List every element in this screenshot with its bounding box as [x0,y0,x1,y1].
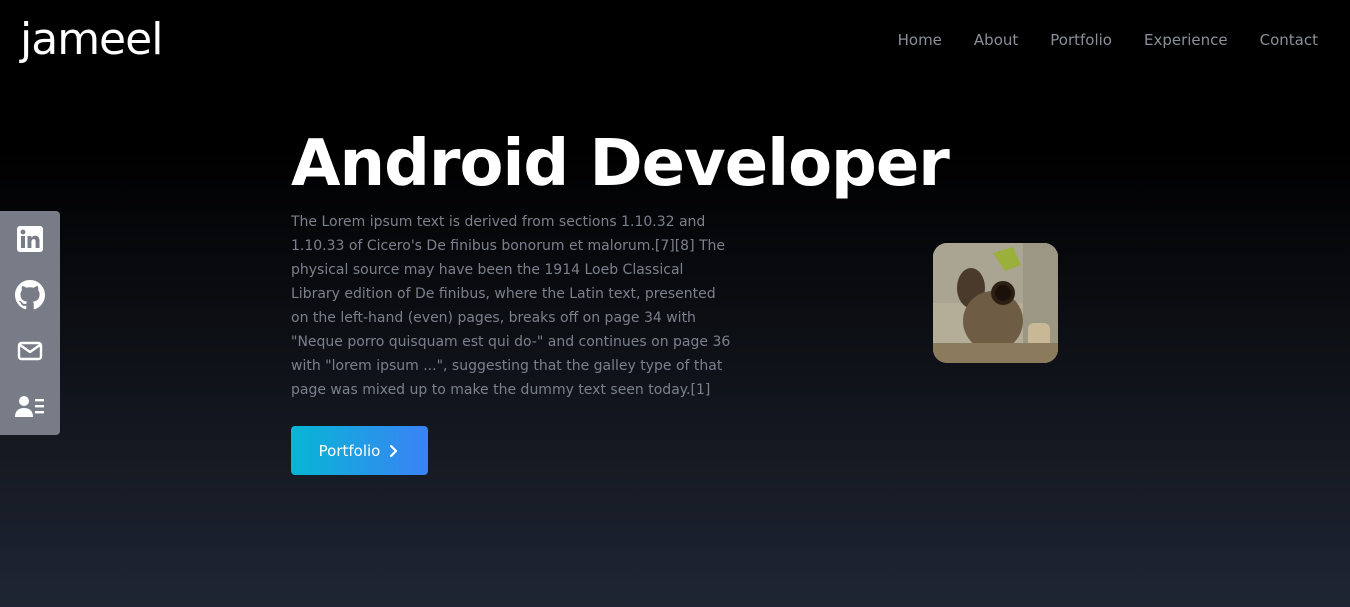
hero-section: Android Developer The Lorem ipsum text i… [291,122,950,402]
email-link[interactable] [0,323,60,379]
profile-photo [933,243,1058,363]
social-links-bar [0,211,60,435]
hero-description: The Lorem ipsum text is derived from sec… [291,214,731,398]
resume-icon [15,396,44,417]
linkedin-link[interactable] [0,211,60,267]
github-icon [15,280,45,310]
nav-link-contact[interactable]: Contact [1260,28,1318,52]
github-link[interactable] [0,267,60,323]
nav-link-portfolio[interactable]: Portfolio [1050,28,1112,52]
portfolio-button-label: Portfolio [318,441,381,460]
nav-link-home[interactable]: Home [898,28,942,52]
resume-link[interactable] [0,379,60,435]
nav-link-experience[interactable]: Experience [1144,28,1228,52]
hero-title: Android Developer [291,127,950,201]
portfolio-button[interactable]: Portfolio [291,426,428,475]
site-logo[interactable]: jameel [20,12,163,68]
chevron-right-icon [390,444,398,457]
main-nav: Home About Portfolio Experience Contact [898,28,1318,52]
linkedin-icon [17,226,43,252]
nav-link-about[interactable]: About [974,28,1018,52]
mail-icon [17,341,43,361]
